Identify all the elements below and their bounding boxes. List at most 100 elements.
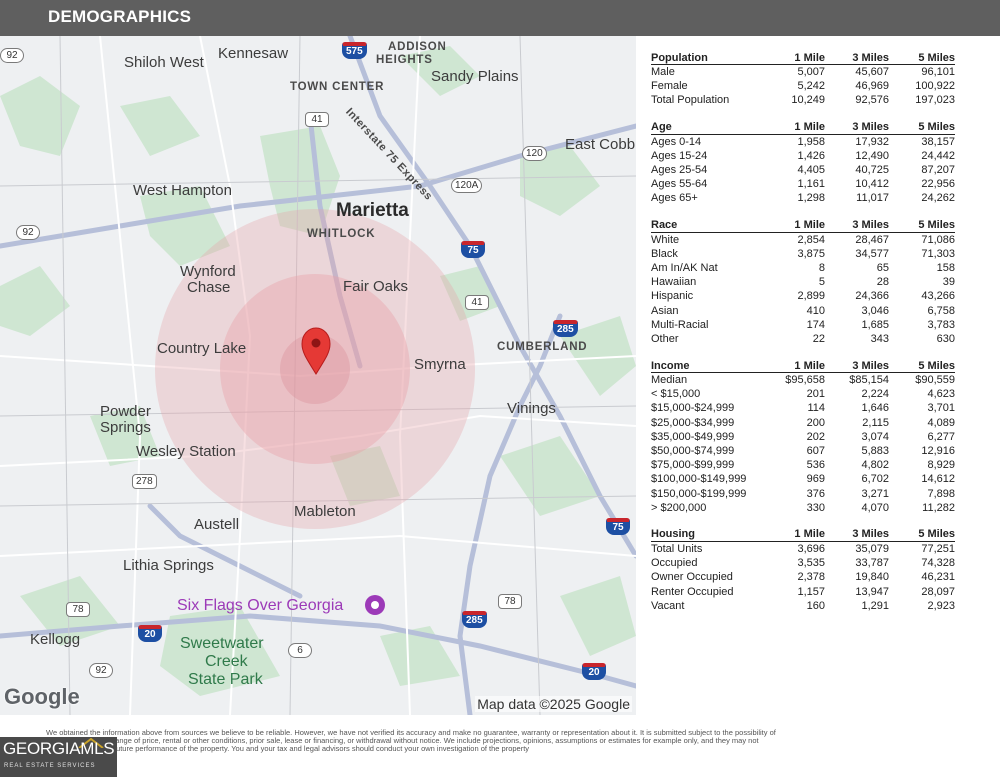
area-map[interactable]: Kennesaw Shiloh West ADDISON HEIGHTS San… xyxy=(0,36,636,715)
table-cell: 22,956 xyxy=(921,178,955,191)
table-cell: 11,017 xyxy=(856,192,889,205)
column-header: 1 Mile xyxy=(769,50,825,65)
map-label-town-center: TOWN CENTER xyxy=(290,81,385,93)
map-label-austell: Austell xyxy=(194,516,240,533)
table-row: Multi-Racial 174 1,685 3,783 xyxy=(651,318,955,332)
map-label-whitlock: WHITLOCK xyxy=(307,228,376,240)
route-shield: 6 xyxy=(288,643,312,658)
row-label: $25,000-$34,999 xyxy=(651,416,735,429)
table-cell: 28 xyxy=(876,276,889,289)
table-cell: 114 xyxy=(807,402,825,415)
table-cell: 33,787 xyxy=(855,557,889,570)
table-row: Asian 410 3,046 6,758 xyxy=(651,303,955,317)
table-cell: 4,089 xyxy=(927,416,955,429)
row-label: White xyxy=(651,233,680,246)
table-row: Ages 55-64 1,161 10,412 22,956 xyxy=(651,177,955,191)
column-header: 5 Miles xyxy=(889,119,955,135)
map-label-mableton: Mableton xyxy=(294,503,356,520)
route-shield: 120A xyxy=(451,178,483,193)
table-row: Total Units 3,696 35,079 77,251 xyxy=(651,541,955,556)
table-row: $15,000-$24,999 114 1,646 3,701 xyxy=(651,401,955,415)
column-header: 3 Miles xyxy=(825,50,889,65)
table-row: $150,000-$199,999 376 3,271 7,898 xyxy=(651,487,955,501)
row-label: Female xyxy=(651,80,688,93)
table-cell: 630 xyxy=(936,332,955,345)
column-header: 3 Miles xyxy=(825,526,889,542)
table-row: < $15,000 201 2,224 4,623 xyxy=(651,387,955,401)
table-cell: 3,696 xyxy=(797,542,825,555)
column-header: 5 Miles xyxy=(889,358,955,373)
table-cell: 2,854 xyxy=(797,233,825,246)
row-label: Owner Occupied xyxy=(651,571,733,584)
table-cell: 35,079 xyxy=(855,542,889,555)
route-shield: 78 xyxy=(498,594,522,609)
interstate-shield: 285 xyxy=(462,611,487,628)
table-cell: 71,303 xyxy=(921,247,955,260)
row-label: Male xyxy=(651,66,675,79)
table-cell: 1,291 xyxy=(861,599,889,612)
table-cell: 1,426 xyxy=(797,149,825,162)
table-cell: 5,242 xyxy=(797,80,825,93)
table-row: Owner Occupied 2,378 19,840 46,231 xyxy=(651,570,955,584)
table-row: Male 5,007 45,607 96,101 xyxy=(651,65,955,80)
table-cell: 1,161 xyxy=(797,178,825,191)
table-cell: 28,467 xyxy=(855,233,889,246)
table-cell: 343 xyxy=(870,332,889,345)
row-label: $35,000-$49,999 xyxy=(651,430,735,443)
map-label-west-hampton: West Hampton xyxy=(133,182,232,199)
section-heading: Income xyxy=(651,358,769,373)
map-label-cumberland: CUMBERLAND xyxy=(497,341,588,353)
table-header-row: Race 1 Mile 3 Miles 5 Miles xyxy=(651,217,955,233)
section-heading: Race xyxy=(651,217,769,233)
table-cell: $95,658 xyxy=(785,374,825,387)
population-section: Population 1 Mile 3 Miles 5 Miles Male 5,007 4… xyxy=(651,50,955,108)
age-table: Age 1 Mile 3 Miles 5 Miles Ages 0-14 1,958 17,… xyxy=(651,119,955,206)
table-row: > $200,000 330 4,070 11,282 xyxy=(651,501,955,515)
row-label: Hawaiian xyxy=(651,276,697,289)
table-cell: 10,412 xyxy=(855,178,889,191)
column-header: 1 Mile xyxy=(769,119,825,135)
table-row: Median $95,658 $85,154 $90,559 xyxy=(651,373,955,388)
map-label-six-flags[interactable]: Six Flags Over Georgia xyxy=(177,597,343,615)
route-shield: 41 xyxy=(305,112,329,127)
table-row: $100,000-$149,999 969 6,702 14,612 xyxy=(651,472,955,486)
map-label-marietta: Marietta xyxy=(336,200,409,221)
table-row: Hawaiian 5 28 39 xyxy=(651,275,955,289)
poi-icon-center xyxy=(371,601,379,609)
table-cell: 8 xyxy=(818,261,825,274)
column-header: 5 Miles xyxy=(889,217,955,233)
table-row: Ages 15-24 1,426 12,490 24,442 xyxy=(651,149,955,163)
table-cell: 74,328 xyxy=(921,557,955,570)
table-cell: 12,916 xyxy=(921,445,955,458)
table-cell: 7,898 xyxy=(927,487,955,500)
table-header-row: Income 1 Mile 3 Miles 5 Miles xyxy=(651,358,955,373)
row-label: Other xyxy=(651,332,679,345)
route-shield: 92 xyxy=(0,48,24,63)
map-label-wynford: Wynford xyxy=(180,263,236,280)
page-header: DEMOGRAPHICS xyxy=(0,0,1000,36)
row-label: < $15,000 xyxy=(651,388,701,401)
map-label-wesley-station: Wesley Station xyxy=(136,443,236,460)
table-cell: 201 xyxy=(806,388,825,401)
table-cell: 96,101 xyxy=(921,66,955,79)
table-cell: 3,074 xyxy=(861,430,889,443)
section-heading: Age xyxy=(651,119,769,135)
table-cell: 3,535 xyxy=(797,557,825,570)
table-row: Other 22 343 630 xyxy=(651,332,955,346)
table-cell: 10,249 xyxy=(791,94,825,107)
column-header: 1 Mile xyxy=(769,217,825,233)
table-row: Ages 0-14 1,958 17,932 38,157 xyxy=(651,134,955,149)
table-cell: 969 xyxy=(806,473,825,486)
column-header: 3 Miles xyxy=(825,119,889,135)
row-label: Black xyxy=(651,247,678,260)
logo-text: GEORGIAMLS xyxy=(3,739,115,758)
table-row: Ages 65+ 1,298 11,017 24,262 xyxy=(651,191,955,205)
table-cell: 39 xyxy=(942,276,955,289)
table-cell: 100,922 xyxy=(915,80,955,93)
table-cell: 4,623 xyxy=(927,388,955,401)
table-cell: 14,612 xyxy=(921,473,955,486)
map-label-country-lake: Country Lake xyxy=(157,340,247,357)
interstate-shield: 20 xyxy=(138,625,162,642)
table-cell: 3,875 xyxy=(797,247,825,260)
logo-subtitle: REAL ESTATE SERVICES xyxy=(4,763,96,769)
